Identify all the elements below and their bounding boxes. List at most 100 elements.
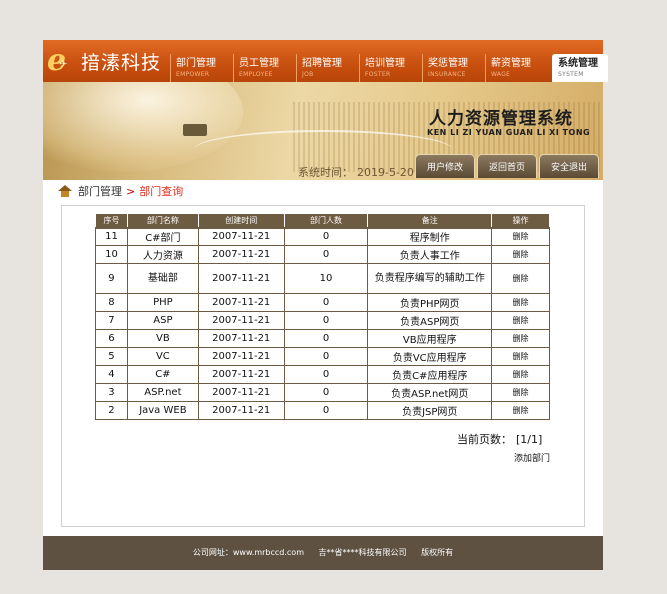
logo: e ✈ 揞溸科技 (47, 43, 162, 78)
cell-name: PHP (126, 293, 199, 312)
pager: 当前页数： [1/1] (457, 431, 542, 447)
cell-name: VC (126, 347, 199, 366)
brand-name: 揞溸科技 (81, 51, 162, 74)
delete-link[interactable]: 删除 (491, 347, 550, 366)
cell-count: 0 (283, 365, 369, 384)
nav-item-reward[interactable]: 奖惩管理 INSURANCE (422, 54, 485, 82)
breadcrumb-current: 部门查询 (139, 185, 184, 198)
cell-created: 2007-11-21 (197, 293, 285, 312)
cell-count: 0 (283, 383, 369, 402)
cell-note: 负责ASP.net网页 (367, 383, 493, 402)
cell-id: 8 (95, 293, 128, 312)
cell-note: 负责PHP网页 (367, 293, 493, 312)
cell-note: 负责人事工作 (367, 245, 493, 264)
cell-note: 负责程序编写的辅助工作 (367, 263, 493, 294)
footer-site: 公司网址：www.mrbccd.com (192, 548, 304, 557)
breadcrumb: 部门管理 > 部门查询 (58, 182, 183, 200)
cell-note: 负责JSP网页 (367, 401, 493, 420)
delete-link[interactable]: 删除 (491, 365, 550, 384)
table-row: 9 基础部 2007-11-21 10 负责程序编写的辅助工作 删除 (95, 263, 550, 294)
nav-item-employee[interactable]: 员工管理 EMPLOYEE (233, 54, 296, 82)
logout-button[interactable]: 安全退出 (539, 154, 599, 178)
cell-name: C#部门 (126, 227, 199, 246)
cell-count: 10 (283, 263, 369, 294)
cell-count: 0 (283, 245, 369, 264)
cell-id: 10 (95, 245, 128, 264)
nav-item-system[interactable]: 系统管理 SYSTEM (552, 54, 608, 82)
delete-link[interactable]: 删除 (491, 311, 550, 330)
nav-item-salary[interactable]: 薪资管理 WAGE (485, 54, 548, 82)
cell-note: VB应用程序 (367, 329, 493, 348)
main-nav: 部门管理 EMPOWER 员工管理 EMPLOYEE 招聘管理 JOB 培训管理 FOS… (170, 54, 608, 82)
page-frame: e ✈ 揞溸科技 部门管理 EMPOWER 员工管理 EMPLOYEE 招聘管理 JOB… (43, 40, 608, 570)
delete-link[interactable]: 删除 (491, 263, 550, 294)
cell-id: 4 (95, 365, 128, 384)
nav-item-training[interactable]: 培训管理 FOSTER (359, 54, 422, 82)
cell-id: 9 (95, 263, 128, 294)
table-row: 4 C# 2007-11-21 0 负责C#应用程序 删除 (95, 365, 550, 384)
breadcrumb-root[interactable]: 部门管理 (78, 183, 122, 199)
pager-value: [1/1] (516, 433, 543, 446)
cell-name: C# (126, 365, 199, 384)
cell-created: 2007-11-21 (197, 401, 285, 420)
cell-count: 0 (283, 293, 369, 312)
system-title: 人力资源管理系统 (429, 109, 573, 129)
home-icon (58, 185, 72, 197)
footer: 公司网址：www.mrbccd.com 吉**省****科技有限公司 版权所有 (43, 536, 603, 570)
column-header: 操作 (491, 213, 550, 229)
cell-name: 基础部 (126, 263, 199, 294)
cell-id: 7 (95, 311, 128, 330)
table-row: 5 VC 2007-11-21 0 负责VC应用程序 删除 (95, 347, 550, 366)
system-title-pinyin: KEN LI ZI YUAN GUAN LI XI TONG (427, 128, 591, 137)
cell-created: 2007-11-21 (197, 263, 285, 294)
cell-name: Java WEB (126, 401, 199, 420)
header: e ✈ 揞溸科技 部门管理 EMPOWER 员工管理 EMPLOYEE 招聘管理 JOB… (43, 40, 608, 82)
delete-link[interactable]: 删除 (491, 329, 550, 348)
nav-item-department[interactable]: 部门管理 EMPOWER (170, 54, 233, 82)
table-row: 2 Java WEB 2007-11-21 0 负责JSP网页 删除 (95, 401, 550, 420)
column-header: 序号 (95, 213, 128, 229)
delete-link[interactable]: 删除 (491, 227, 550, 246)
cell-id: 2 (95, 401, 128, 420)
table-row: 7 ASP 2007-11-21 0 负责ASP网页 删除 (95, 311, 550, 330)
column-header: 部门人数 (283, 213, 369, 229)
nav-item-recruit[interactable]: 招聘管理 JOB (296, 54, 359, 82)
cell-id: 3 (95, 383, 128, 402)
pager-label: 当前页数： (457, 433, 512, 446)
column-header: 部门名称 (126, 213, 199, 229)
cell-count: 0 (283, 227, 369, 246)
cell-id: 11 (95, 227, 128, 246)
back-home-button[interactable]: 返回首页 (477, 154, 537, 178)
cell-count: 0 (283, 311, 369, 330)
delete-link[interactable]: 删除 (491, 245, 550, 264)
add-department-link[interactable]: 添加部门 (514, 451, 550, 464)
cell-created: 2007-11-21 (197, 347, 285, 366)
delete-link[interactable]: 删除 (491, 401, 550, 420)
department-table: 序号 部门名称 创建时间 部门人数 备注 操作 11 C#部门 2007-11-… (95, 213, 550, 420)
cell-created: 2007-11-21 (197, 245, 285, 264)
cell-created: 2007-11-21 (197, 227, 285, 246)
cell-id: 6 (95, 329, 128, 348)
footer-company: 吉**省****科技有限公司 (318, 548, 407, 557)
cell-id: 5 (95, 347, 128, 366)
cell-note: 负责VC应用程序 (367, 347, 493, 366)
logo-icon: e ✈ (47, 43, 68, 78)
table-row: 6 VB 2007-11-21 0 VB应用程序 删除 (95, 329, 550, 348)
cell-created: 2007-11-21 (197, 365, 285, 384)
table-header-row: 序号 部门名称 创建时间 部门人数 备注 操作 (95, 213, 550, 229)
breadcrumb-separator: > (126, 184, 136, 198)
user-modify-button[interactable]: 用户修改 (415, 154, 475, 178)
delete-link[interactable]: 删除 (491, 293, 550, 312)
cell-count: 0 (283, 401, 369, 420)
banner-plug-graphic (183, 124, 207, 136)
delete-link[interactable]: 删除 (491, 383, 550, 402)
table-row: 3 ASP.net 2007-11-21 0 负责ASP.net网页 删除 (95, 383, 550, 402)
table-row: 8 PHP 2007-11-21 0 负责PHP网页 删除 (95, 293, 550, 312)
table-row: 11 C#部门 2007-11-21 0 程序制作 删除 (95, 227, 550, 246)
cell-count: 0 (283, 347, 369, 366)
cell-count: 0 (283, 329, 369, 348)
cell-note: 程序制作 (367, 227, 493, 246)
cell-created: 2007-11-21 (197, 311, 285, 330)
cell-name: 人力资源 (126, 245, 199, 264)
column-header: 创建时间 (197, 213, 285, 229)
